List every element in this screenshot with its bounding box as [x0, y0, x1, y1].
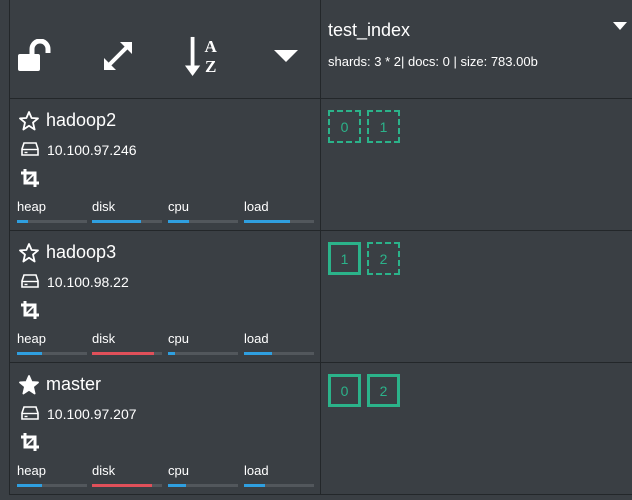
stat-label: load: [244, 199, 269, 214]
stat-bar-fill: [17, 352, 42, 355]
index-name[interactable]: test_index: [328, 20, 410, 41]
stat-bar-fill: [92, 220, 141, 223]
stat-heap: heap: [17, 331, 87, 357]
star-icon: [19, 243, 39, 263]
stat-disk: disk: [92, 331, 162, 357]
shard-list: 12: [328, 242, 400, 275]
stat-load: load: [244, 331, 314, 357]
stat-bar-fill: [168, 220, 189, 223]
primary-shard[interactable]: 2: [367, 374, 400, 407]
crop-icon[interactable]: [20, 432, 40, 452]
stat-label: load: [244, 463, 269, 478]
sort-alpha-icon: A Z: [184, 36, 217, 76]
stat-bar-fill: [168, 484, 186, 487]
stat-cpu: cpu: [168, 331, 238, 357]
stat-load: load: [244, 199, 314, 225]
stat-load: load: [244, 463, 314, 489]
stat-bar-fill: [17, 220, 28, 223]
stat-bar: [168, 352, 238, 355]
stat-bar-fill: [244, 484, 265, 487]
stat-label: heap: [17, 331, 46, 346]
primary-shard[interactable]: 1: [328, 242, 361, 275]
node-ip: 10.100.98.22: [47, 274, 129, 290]
svg-text:Z: Z: [205, 57, 216, 76]
node-info-cell-2: master 10.100.97.207 heap disk cpu load: [9, 363, 321, 495]
index-menu-caret-icon[interactable]: [612, 20, 628, 32]
stat-bar-fill: [92, 352, 154, 355]
stat-label: heap: [17, 199, 46, 214]
crop-icon[interactable]: [20, 168, 40, 188]
stat-label: disk: [92, 463, 116, 478]
stat-bar: [92, 484, 162, 487]
shard-list: 02: [328, 374, 400, 407]
stat-bar: [244, 220, 314, 223]
replica-shard[interactable]: 0: [328, 110, 361, 143]
node-info-cell-0: hadoop2 10.100.97.246 heap disk cpu load: [9, 99, 321, 231]
node-name[interactable]: master: [46, 374, 101, 395]
expand-button[interactable]: [98, 36, 138, 76]
stat-label: disk: [92, 331, 116, 346]
node-shards-cell: 02: [321, 363, 632, 495]
stat-bar: [168, 484, 238, 487]
cluster-toolbar: A Z: [9, 0, 321, 99]
stat-cpu: cpu: [168, 463, 238, 489]
stat-bar-fill: [244, 220, 290, 223]
stat-bar: [92, 352, 162, 355]
svg-text:A: A: [204, 37, 217, 56]
hard-drive-icon: [21, 274, 39, 288]
hard-drive-icon: [21, 406, 39, 420]
primary-shard[interactable]: 0: [328, 374, 361, 407]
node-info-cell-1: hadoop3 10.100.98.22 heap disk cpu load: [9, 231, 321, 363]
cluster-overview-grid: A Z test_index shards: 3 * 2| docs: 0 | …: [0, 0, 632, 500]
options-dropdown-button[interactable]: [266, 36, 306, 76]
stat-label: cpu: [168, 463, 189, 478]
stat-bar: [244, 352, 314, 355]
stat-heap: heap: [17, 463, 87, 489]
expand-icon: [104, 42, 132, 70]
stat-bar: [17, 220, 87, 223]
stat-label: cpu: [168, 199, 189, 214]
stat-disk: disk: [92, 463, 162, 489]
node-name[interactable]: hadoop3: [46, 242, 116, 263]
stat-bar: [92, 220, 162, 223]
caret-down-icon: [274, 50, 298, 62]
stat-label: cpu: [168, 331, 189, 346]
node-ip: 10.100.97.246: [47, 142, 137, 158]
unlock-button[interactable]: [16, 36, 56, 76]
node-ip: 10.100.97.207: [47, 406, 137, 422]
star-filled-icon: [19, 375, 39, 395]
stat-disk: disk: [92, 199, 162, 225]
index-header: test_index shards: 3 * 2| docs: 0 | size…: [321, 0, 632, 99]
hard-drive-icon: [21, 142, 39, 156]
shard-list: 01: [328, 110, 400, 143]
crop-icon[interactable]: [20, 300, 40, 320]
node-name[interactable]: hadoop2: [46, 110, 116, 131]
stat-cpu: cpu: [168, 199, 238, 225]
star-icon: [19, 111, 39, 131]
stat-bar: [17, 352, 87, 355]
stat-bar-fill: [17, 484, 42, 487]
stat-bar-fill: [92, 484, 152, 487]
stat-bar-fill: [168, 352, 175, 355]
stat-label: disk: [92, 199, 116, 214]
index-info: shards: 3 * 2| docs: 0 | size: 783.00b: [328, 54, 538, 69]
stat-bar: [244, 484, 314, 487]
stat-label: heap: [17, 463, 46, 478]
stat-bar: [17, 484, 87, 487]
node-shards-cell: 01: [321, 99, 632, 231]
stat-label: load: [244, 331, 269, 346]
node-shards-cell: 12: [321, 231, 632, 363]
stat-heap: heap: [17, 199, 87, 225]
stat-bar-fill: [244, 352, 272, 355]
unlock-icon: [18, 39, 51, 71]
sort-button[interactable]: A Z: [184, 36, 224, 76]
replica-shard[interactable]: 2: [367, 242, 400, 275]
replica-shard[interactable]: 1: [367, 110, 400, 143]
stat-bar: [168, 220, 238, 223]
